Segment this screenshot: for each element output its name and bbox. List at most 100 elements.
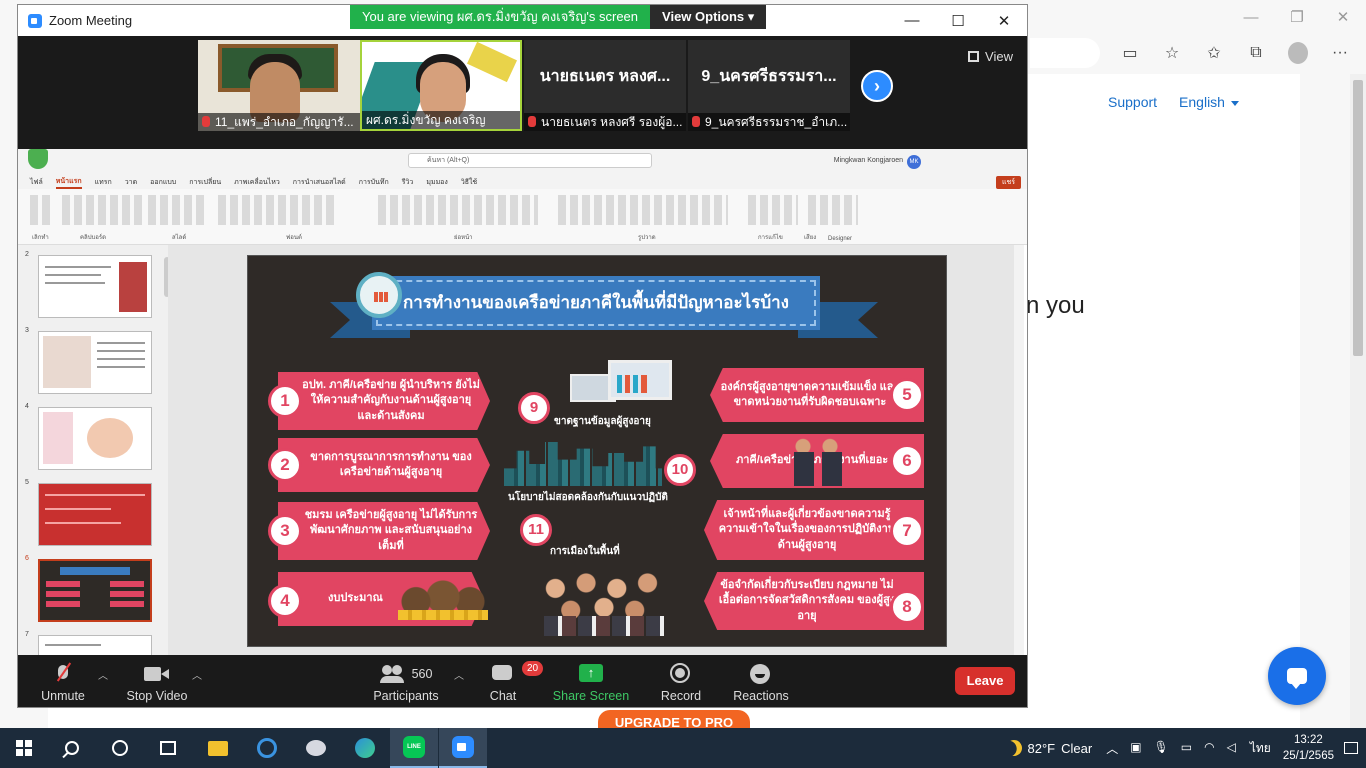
wifi-icon[interactable]: ◠	[1204, 740, 1214, 757]
share-screen-button[interactable]: Share Screen	[546, 661, 636, 703]
participant-name: นายธเนตร หลงศรี รองผู้อ...	[541, 115, 683, 129]
leave-button[interactable]: Leave	[955, 667, 1015, 695]
slide-thumbnail-selected[interactable]	[38, 559, 152, 622]
reactions-button[interactable]: Reactions	[716, 661, 806, 703]
group-clipboard: คลิปบอร์ด	[80, 235, 107, 241]
security-shield-icon	[28, 149, 48, 169]
collections-icon[interactable]: ⧉	[1246, 43, 1266, 63]
favorite-add-icon[interactable]: ☆	[1162, 43, 1182, 63]
tab-view[interactable]: มุมมอง	[426, 177, 447, 188]
participant-name: ผศ.ดร.มิ่งขวัญ คงเจริญ	[366, 113, 486, 127]
tray-icons: ︿ ▣ 🎙 ▭ ◠ ◁	[1106, 740, 1236, 757]
next-page-arrow-icon[interactable]: ›	[861, 70, 893, 102]
zoom-app-button[interactable]	[439, 728, 487, 768]
magnifier-chart-icon	[356, 272, 402, 318]
start-button[interactable]	[0, 728, 48, 768]
slide-scrollbar[interactable]	[1014, 245, 1024, 655]
muted-mic-icon	[692, 116, 700, 127]
slide-thumbnail[interactable]	[38, 331, 152, 394]
edge-button[interactable]	[341, 728, 389, 768]
group-undo: เลิกทำ	[32, 235, 49, 241]
stop-video-button[interactable]: Stop Video ︿	[112, 661, 202, 703]
tab-review[interactable]: รีวิว	[402, 177, 414, 188]
record-button[interactable]: Record	[636, 661, 726, 703]
meet-now-icon[interactable]: ▣	[1130, 740, 1141, 757]
address-bar[interactable]	[1030, 38, 1100, 68]
battery-icon[interactable]: ▭	[1181, 740, 1192, 757]
problem-card: อปท. ภาคี/เครือข่าย ผู้นำบริหาร ยังไม่ให…	[278, 372, 490, 430]
view-button[interactable]: View	[968, 49, 1013, 64]
maximize-icon[interactable]: ☐	[935, 5, 981, 36]
page-nav: Support English	[1108, 94, 1239, 110]
close-icon[interactable]: ✕	[1320, 0, 1366, 34]
profile-icon[interactable]	[1288, 42, 1308, 64]
view-options-button[interactable]: View Options ▾	[650, 5, 767, 29]
ppt-search-box[interactable]: ค้นหา (Alt+Q)	[408, 153, 652, 168]
participant-tile[interactable]: 11_แพร่_อำเภอ_กัญญารั...	[198, 40, 360, 131]
user-name: Mingkwan Kongjaroen	[833, 157, 903, 164]
shared-screen: ค้นหา (Alt+Q) MK Mingkwan Kongjaroen ไฟล…	[18, 149, 1027, 655]
paint-button[interactable]	[292, 728, 340, 768]
task-view-button[interactable]	[144, 728, 192, 768]
file-explorer-button[interactable]	[194, 728, 242, 768]
tab-draw[interactable]: วาด	[125, 177, 137, 188]
microphone-icon[interactable]: 🎙	[1154, 740, 1169, 757]
minimize-icon[interactable]: —	[889, 5, 935, 36]
reader-icon[interactable]: ▭	[1120, 43, 1140, 63]
participants-button[interactable]: 560 Participants ︿	[354, 661, 464, 703]
input-language[interactable]: ไทย	[1250, 739, 1271, 758]
tab-file[interactable]: ไฟล์	[30, 177, 43, 188]
slide-number-selected: 6	[25, 555, 29, 562]
chat-bubble-icon	[1287, 668, 1307, 689]
user-avatar[interactable]: MK	[907, 155, 921, 169]
minimize-icon[interactable]: —	[1228, 0, 1274, 34]
clock[interactable]: 13:22 25/1/2565	[1283, 732, 1334, 764]
more-icon[interactable]: ···	[1330, 43, 1350, 63]
tab-home[interactable]: หน้าแรก	[55, 176, 82, 189]
page-scrollbar-thumb[interactable]	[1353, 80, 1363, 356]
cortana-button[interactable]	[96, 728, 144, 768]
support-link[interactable]: Support	[1108, 94, 1157, 110]
slide-thumbnail[interactable]	[38, 255, 152, 318]
share-screen-icon	[579, 661, 603, 687]
chevron-up-icon[interactable]: ︿	[98, 667, 108, 682]
notifications-icon[interactable]	[1344, 742, 1358, 754]
tab-transitions[interactable]: การเปลี่ยน	[189, 177, 221, 188]
weather-widget[interactable]: 82°F Clear	[1006, 740, 1093, 756]
close-icon[interactable]: ✕	[981, 5, 1027, 36]
search-button[interactable]	[48, 728, 96, 768]
volume-icon[interactable]: ◁	[1227, 740, 1236, 757]
slide-title: การทำงานของเครือข่ายภาคีในพื้นที่มีปัญหา…	[403, 293, 789, 312]
chevron-up-icon[interactable]: ︿	[192, 667, 202, 682]
support-chat-button[interactable]	[1268, 647, 1326, 705]
participant-name: 11_แพร่_อำเภอ_กัญญารั...	[215, 115, 354, 129]
participant-name-large: 9_นครศรีธรรมรา...	[701, 68, 837, 85]
favorites-icon[interactable]: ✩	[1204, 43, 1224, 63]
internet-explorer-button[interactable]	[243, 728, 291, 768]
slide-thumbnail[interactable]	[38, 483, 152, 546]
restore-icon[interactable]: ❐	[1274, 0, 1320, 34]
line-app-button[interactable]: LINE	[390, 728, 438, 768]
slide-thumbnail[interactable]	[38, 407, 152, 470]
slide-thumbnail[interactable]	[38, 635, 152, 655]
ppt-share-button[interactable]: แชร์	[995, 176, 1021, 189]
tab-insert[interactable]: แทรก	[95, 177, 112, 188]
language-dropdown[interactable]: English	[1179, 94, 1239, 110]
participant-name: 9_นครศรีธรรมราช_อำเภ...	[705, 115, 848, 129]
tab-design[interactable]: ออกแบบ	[150, 177, 176, 188]
muted-mic-icon	[57, 661, 69, 687]
tab-record[interactable]: การบันทึก	[359, 177, 389, 188]
participant-tile[interactable]: 9_นครศรีธรรมรา... 9_นครศรีธรรมราช_อำเภ..…	[688, 40, 850, 131]
participant-tile[interactable]: นายธเนตร หลงศ... นายธเนตร หลงศรี รองผู้อ…	[524, 40, 686, 131]
tab-slideshow[interactable]: การนำเสนอสไลด์	[293, 177, 346, 188]
unmute-button[interactable]: Unmute ︿	[18, 661, 108, 703]
chevron-up-icon[interactable]: ︿	[1106, 740, 1118, 757]
chat-unread-badge: 20	[522, 661, 544, 676]
tab-animations[interactable]: ภาพเคลื่อนไหว	[234, 177, 280, 188]
participant-strip: 11_แพร่_อำเภอ_กัญญารั... ผศ.ดร.มิ่งขวัญ …	[18, 37, 1027, 149]
weather-temp: 82°F	[1027, 740, 1056, 756]
tab-help[interactable]: วิธีใช้	[461, 177, 477, 188]
data-dashboard-illustration	[608, 360, 672, 400]
item-number-badge: 7	[890, 514, 924, 548]
participant-tile-active[interactable]: ผศ.ดร.มิ่งขวัญ คงเจริญ	[360, 40, 522, 131]
